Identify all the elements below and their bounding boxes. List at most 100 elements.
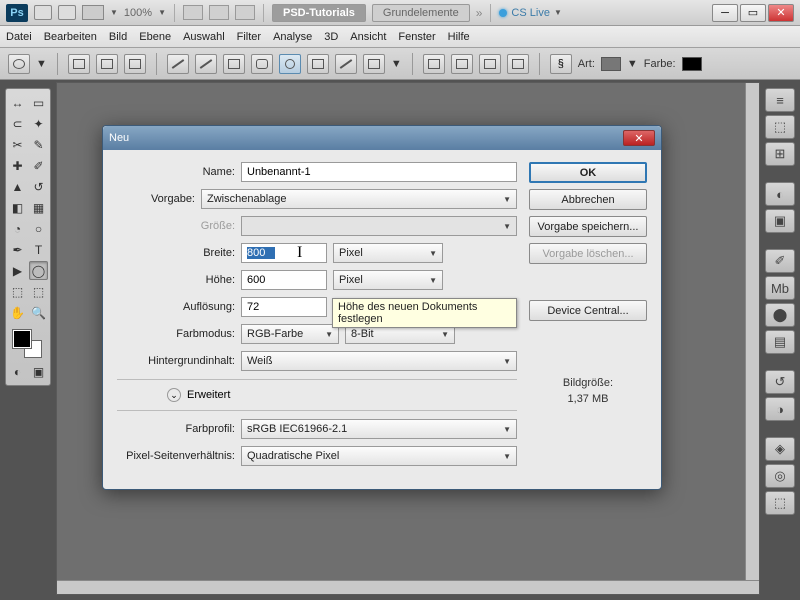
menu-ansicht[interactable]: Ansicht: [350, 31, 386, 43]
history-brush-tool-icon[interactable]: ↺: [29, 177, 48, 196]
resolution-input[interactable]: [241, 297, 327, 317]
tool-preset-icon[interactable]: [8, 54, 30, 74]
panel-actions-icon[interactable]: ◑: [765, 397, 795, 421]
line-shape-icon[interactable]: [335, 54, 357, 74]
stamp-tool-icon[interactable]: ▲: [8, 177, 27, 196]
scrollbar-vertical[interactable]: [745, 83, 759, 594]
save-preset-button[interactable]: Vorgabe speichern...: [529, 216, 647, 237]
width-unit-select[interactable]: Pixel▼: [333, 243, 443, 263]
height-unit-select[interactable]: Pixel▼: [333, 270, 443, 290]
link-icon[interactable]: §: [550, 54, 572, 74]
panel-history-icon[interactable]: ↺: [765, 370, 795, 394]
zoom-tool-slot[interactable]: [209, 5, 229, 20]
magic-wand-tool-icon[interactable]: ✦: [29, 114, 48, 133]
fill-mode-icon[interactable]: [124, 54, 146, 74]
height-input[interactable]: [241, 270, 327, 290]
background-select[interactable]: Weiß▼: [241, 351, 517, 371]
workspace-tab[interactable]: Grundelemente: [372, 4, 470, 22]
panel-masks-icon[interactable]: ▣: [765, 209, 795, 233]
color-swatch[interactable]: [682, 57, 702, 71]
type-tool-icon[interactable]: T: [29, 240, 48, 259]
fg-bg-color[interactable]: [8, 328, 48, 360]
rotate-tool-slot[interactable]: [235, 5, 255, 20]
panel-paths-icon[interactable]: ⬚: [765, 491, 795, 515]
panel-brush-icon[interactable]: ✐: [765, 249, 795, 273]
close-button[interactable]: ✕: [768, 4, 794, 22]
menu-fenster[interactable]: Fenster: [398, 31, 435, 43]
combine-subtract-icon[interactable]: [451, 54, 473, 74]
hand-tool-slot[interactable]: [183, 5, 203, 20]
zoom-tool-icon[interactable]: 🔍: [29, 303, 48, 322]
width-input[interactable]: I: [241, 243, 327, 263]
menu-datei[interactable]: Datei: [6, 31, 32, 43]
panel-layers-icon[interactable]: ◈: [765, 437, 795, 461]
panel-minibr-icon[interactable]: Mb: [765, 276, 795, 300]
color-mode-select[interactable]: RGB-Farbe▼: [241, 324, 339, 344]
combine-exclude-icon[interactable]: [507, 54, 529, 74]
rounded-rect-shape-icon[interactable]: [251, 54, 273, 74]
cs-live-button[interactable]: CS Live▼: [499, 7, 561, 19]
color-profile-select[interactable]: sRGB IEC61966-2.1▼: [241, 419, 517, 439]
menu-auswahl[interactable]: Auswahl: [183, 31, 225, 43]
3d-tool-icon[interactable]: ⬚: [8, 282, 27, 301]
quickmask-icon[interactable]: ◐: [8, 362, 27, 381]
blur-tool-icon[interactable]: ◔: [8, 219, 27, 238]
pixel-aspect-select[interactable]: Quadratische Pixel▼: [241, 446, 517, 466]
menu-bearbeiten[interactable]: Bearbeiten: [44, 31, 97, 43]
panel-char-icon[interactable]: ⬤: [765, 303, 795, 327]
menu-hilfe[interactable]: Hilfe: [448, 31, 470, 43]
path-mode-icon[interactable]: [96, 54, 118, 74]
cancel-button[interactable]: Abbrechen: [529, 189, 647, 210]
menu-bild[interactable]: Bild: [109, 31, 127, 43]
bridge-icon[interactable]: [34, 5, 52, 20]
shape-tool-icon[interactable]: ◯: [29, 261, 48, 280]
path-select-tool-icon[interactable]: ▶: [8, 261, 27, 280]
eyedropper-tool-icon[interactable]: ✎: [29, 135, 48, 154]
lasso-tool-icon[interactable]: ⊂: [8, 114, 27, 133]
rectangle-shape-icon[interactable]: [223, 54, 245, 74]
menu-filter[interactable]: Filter: [237, 31, 261, 43]
chevron-right-icon[interactable]: »: [476, 6, 483, 20]
minimize-button[interactable]: ─: [712, 4, 738, 22]
preset-select[interactable]: Zwischenablage▼: [201, 189, 517, 209]
panel-adjustments-icon[interactable]: ◐: [765, 182, 795, 206]
polygon-shape-icon[interactable]: [307, 54, 329, 74]
panel-swatches-icon[interactable]: ⬚: [765, 115, 795, 139]
panel-styles-icon[interactable]: ⊞: [765, 142, 795, 166]
arrange-documents-icon[interactable]: [82, 5, 104, 20]
eraser-tool-icon[interactable]: ◧: [8, 198, 27, 217]
dodge-tool-icon[interactable]: ○: [29, 219, 48, 238]
ellipse-shape-icon[interactable]: [279, 54, 301, 74]
device-central-button[interactable]: Device Central...: [529, 300, 647, 321]
pen-tool-icon[interactable]: ✒: [8, 240, 27, 259]
combine-add-icon[interactable]: [423, 54, 445, 74]
combine-intersect-icon[interactable]: [479, 54, 501, 74]
panel-paragraph-icon[interactable]: ▤: [765, 330, 795, 354]
shape-layer-mode-icon[interactable]: [68, 54, 90, 74]
panel-color-icon[interactable]: ≡: [765, 88, 795, 112]
panel-channels-icon[interactable]: ◎: [765, 464, 795, 488]
foreground-color-swatch[interactable]: [13, 330, 31, 348]
marquee-tool-icon[interactable]: ▭: [29, 93, 48, 112]
workspace-tab-active[interactable]: PSD-Tutorials: [272, 4, 366, 22]
style-swatch[interactable]: [601, 57, 621, 71]
dialog-titlebar[interactable]: Neu ✕: [103, 126, 661, 150]
custom-shape-icon[interactable]: [363, 54, 385, 74]
maximize-button[interactable]: ▭: [740, 4, 766, 22]
menu-analyse[interactable]: Analyse: [273, 31, 312, 43]
name-input[interactable]: [241, 162, 517, 182]
zoom-level[interactable]: 100%: [124, 7, 152, 19]
menu-3d[interactable]: 3D: [324, 31, 338, 43]
minibridge-icon[interactable]: [58, 5, 76, 20]
pen-icon[interactable]: [167, 54, 189, 74]
freeform-pen-icon[interactable]: [195, 54, 217, 74]
crop-tool-icon[interactable]: ✂: [8, 135, 27, 154]
dialog-close-button[interactable]: ✕: [623, 130, 655, 146]
hand-tool-icon[interactable]: ✋: [8, 303, 27, 322]
move-tool-icon[interactable]: ↔: [8, 93, 27, 112]
menu-ebene[interactable]: Ebene: [139, 31, 171, 43]
ok-button[interactable]: OK: [529, 162, 647, 183]
brush-tool-icon[interactable]: ✐: [29, 156, 48, 175]
scrollbar-horizontal[interactable]: [57, 580, 759, 594]
gradient-tool-icon[interactable]: ▦: [29, 198, 48, 217]
